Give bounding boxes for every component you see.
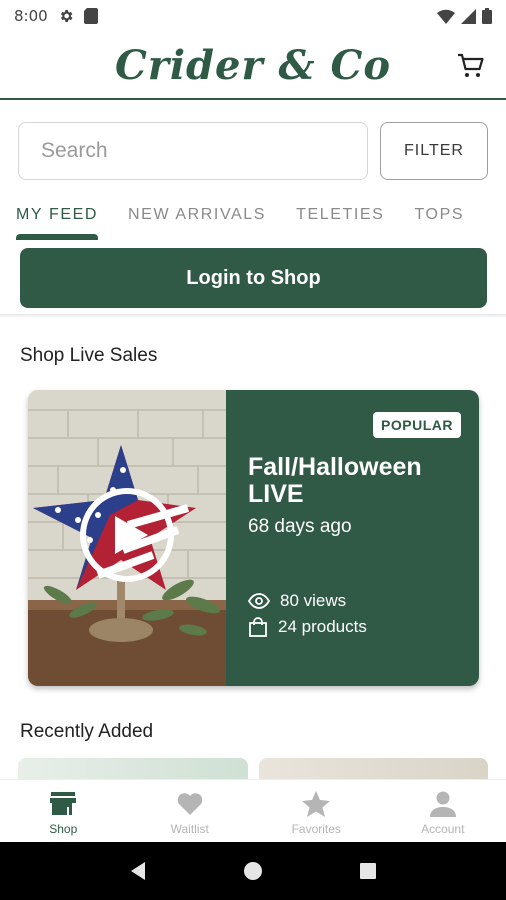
star-icon bbox=[302, 791, 331, 817]
bottom-nav: Shop Waitlist Favorites Account bbox=[0, 779, 506, 842]
views-stat: 80 views bbox=[248, 591, 346, 611]
status-bar: 8:00 bbox=[0, 0, 506, 32]
cell-signal-icon bbox=[461, 8, 476, 24]
live-sale-title: Fall/Halloween LIVE bbox=[248, 453, 422, 508]
person-icon bbox=[429, 791, 456, 817]
views-count: 80 views bbox=[280, 591, 347, 610]
nav-favorites[interactable]: Favorites bbox=[253, 780, 380, 842]
settings-gear-icon bbox=[58, 8, 74, 24]
nav-label-favorites: Favorites bbox=[291, 822, 341, 836]
play-icon[interactable] bbox=[78, 486, 176, 584]
nav-label-waitlist: Waitlist bbox=[170, 822, 209, 836]
filter-button[interactable]: FILTER bbox=[380, 122, 488, 180]
recents-icon[interactable] bbox=[357, 860, 379, 882]
live-sale-thumbnail bbox=[28, 390, 226, 686]
section-title-recently-added: Recently Added bbox=[20, 721, 154, 742]
popular-badge: POPULAR bbox=[373, 412, 461, 438]
status-time: 8:00 bbox=[14, 7, 48, 25]
nav-label-shop: Shop bbox=[49, 822, 78, 836]
back-icon[interactable] bbox=[127, 860, 149, 882]
wifi-icon bbox=[437, 9, 455, 24]
android-nav-bar bbox=[0, 842, 506, 900]
live-sale-info: POPULAR Fall/Halloween LIVE 68 days ago … bbox=[226, 390, 479, 686]
eye-icon bbox=[248, 593, 270, 609]
search-row: FILTER bbox=[18, 122, 488, 180]
login-to-shop-button[interactable]: Login to Shop bbox=[20, 248, 487, 308]
live-sale-time-ago: 68 days ago bbox=[248, 516, 352, 537]
tab-tops[interactable]: TOPS bbox=[414, 200, 464, 246]
cart-icon[interactable] bbox=[456, 50, 486, 80]
brand-logo: Crider & Co bbox=[114, 41, 392, 89]
products-stat: 24 products bbox=[248, 617, 367, 637]
tab-my-feed[interactable]: MY FEED bbox=[16, 200, 99, 246]
heart-icon bbox=[177, 793, 203, 815]
live-sale-card[interactable]: POPULAR Fall/Halloween LIVE 68 days ago … bbox=[28, 390, 479, 686]
app-header: Crider & Co bbox=[0, 32, 506, 100]
store-icon bbox=[50, 792, 77, 815]
home-icon[interactable] bbox=[242, 860, 264, 882]
nav-shop[interactable]: Shop bbox=[0, 780, 127, 842]
tab-new-arrivals[interactable]: NEW ARRIVALS bbox=[128, 200, 266, 246]
nav-label-account: Account bbox=[421, 822, 465, 836]
tab-teleties[interactable]: TELETIES bbox=[296, 200, 384, 246]
products-count: 24 products bbox=[278, 617, 367, 636]
nav-account[interactable]: Account bbox=[380, 780, 506, 842]
search-input[interactable] bbox=[18, 122, 368, 180]
battery-icon bbox=[482, 8, 492, 24]
category-tabs: MY FEED NEW ARRIVALS TELETIES TOPS bbox=[0, 200, 506, 246]
nav-waitlist[interactable]: Waitlist bbox=[127, 780, 254, 842]
divider bbox=[0, 314, 506, 318]
section-title-live-sales: Shop Live Sales bbox=[20, 345, 158, 366]
shopping-bag-icon bbox=[249, 617, 267, 637]
sd-card-icon bbox=[83, 8, 98, 24]
